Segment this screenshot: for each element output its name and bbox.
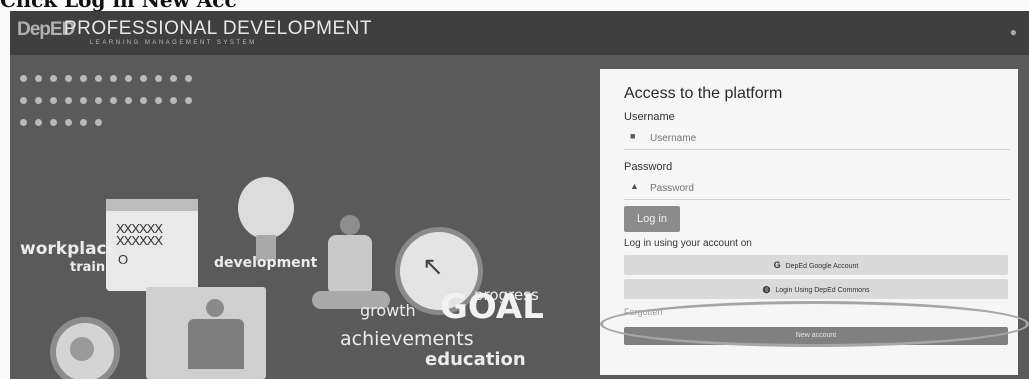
password-label: Password (624, 161, 673, 173)
password-field-wrapper: ▲ (624, 177, 1010, 200)
lock-icon: ▲ (630, 181, 639, 191)
lightbulb-illustration (238, 177, 294, 239)
login-using-text: Log in using your account on (624, 238, 752, 249)
username-label: Username (624, 111, 675, 123)
settings-icon[interactable]: ● (1010, 25, 1017, 39)
word-achievements: achievements (340, 328, 474, 350)
word-education: education (425, 349, 526, 370)
meditating-person-body (328, 235, 372, 295)
google-login-button[interactable]: G DepEd Google Account (624, 255, 1008, 275)
clock-hands-icon: ↖ (422, 251, 444, 281)
site-title[interactable]: PROFESSIONAL DEVELOPMENT (64, 18, 372, 40)
username-field-wrapper: ■ (624, 127, 1010, 150)
user-icon: ■ (630, 131, 636, 141)
word-training: training (70, 260, 129, 275)
target-center (70, 337, 94, 361)
person-body (188, 319, 244, 369)
top-navbar: DepED PROFESSIONAL DEVELOPMENT LEARNING … (10, 11, 1029, 55)
word-growth: growth (360, 301, 416, 320)
word-goal: GOAL (440, 287, 544, 327)
site-subtitle: LEARNING MANAGEMENT SYSTEM (90, 40, 257, 46)
word-workplace: workplace (20, 239, 119, 259)
meditating-person-head (340, 215, 360, 235)
google-login-label: DepEd Google Account (785, 263, 859, 270)
word-development: development (214, 255, 318, 271)
login-title: Access to the platform (624, 85, 783, 102)
deped-commons-login-label: Login Using DepEd Commons (775, 287, 870, 294)
password-input[interactable] (650, 178, 990, 198)
deped-commons-icon: ◍ (762, 284, 771, 294)
google-icon: G (773, 260, 781, 270)
person-head (206, 299, 224, 317)
username-input[interactable] (650, 128, 990, 148)
calendar-marks: XXXXXX XXXXXX (116, 221, 163, 248)
login-button[interactable]: Log in (624, 206, 680, 232)
dot-pattern (20, 67, 230, 133)
calendar-illustration: XXXXXX XXXXXX O (106, 199, 198, 291)
deped-commons-login-button[interactable]: ◍ Login Using DepEd Commons (624, 279, 1008, 299)
highlight-ring (600, 301, 1029, 347)
